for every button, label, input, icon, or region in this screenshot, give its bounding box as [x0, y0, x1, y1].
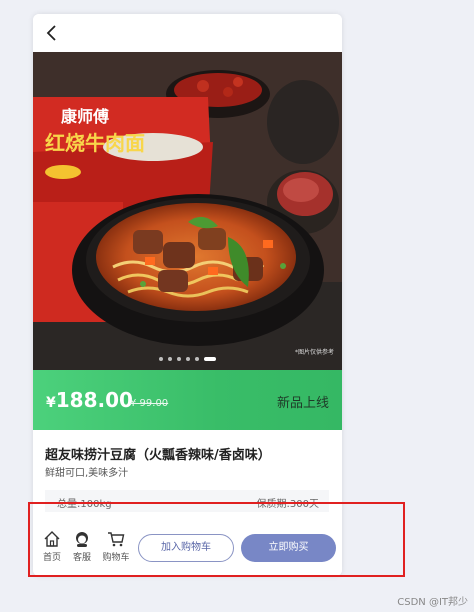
phone-frame: 康师傅 红烧牛肉面 *图片仅供参考 ¥188.00 ¥ 99.00 新品上线 超…: [33, 14, 342, 576]
highlight-annotation: [28, 502, 405, 577]
top-bar: [33, 14, 342, 52]
carousel-dot[interactable]: [159, 357, 163, 361]
currency-symbol: ¥: [46, 395, 56, 411]
status-badge: 新品上线: [276, 396, 329, 411]
back-button[interactable]: [41, 22, 63, 44]
carousel-dot[interactable]: [177, 357, 181, 361]
price-value: 188.00: [55, 388, 133, 412]
product-image: 康师傅 红烧牛肉面: [33, 52, 342, 370]
product-subtitle: 鲜甜可口,美味多汁: [45, 468, 129, 479]
product-title: 超友味捞汁豆腐（火瓢香辣味/香卤味）: [45, 448, 271, 463]
carousel-dot[interactable]: [186, 357, 190, 361]
carousel-dot-active[interactable]: [204, 357, 216, 361]
product-image-carousel[interactable]: 康师傅 红烧牛肉面 *图片仅供参考: [33, 52, 342, 370]
current-price: ¥188.00: [46, 388, 133, 412]
image-disclaimer: *图片仅供参考: [294, 349, 334, 356]
noodle-name-text: 红烧牛肉面: [45, 131, 145, 155]
original-price: ¥ 99.00: [130, 398, 169, 409]
brand-text: 康师傅: [61, 107, 109, 126]
price-bar: ¥188.00 ¥ 99.00 新品上线: [33, 370, 342, 430]
carousel-indicators: [33, 357, 342, 361]
carousel-dot[interactable]: [168, 357, 172, 361]
watermark: CSDN @IT邦少: [397, 597, 468, 608]
chevron-left-icon: [46, 25, 56, 41]
carousel-dot[interactable]: [195, 357, 199, 361]
